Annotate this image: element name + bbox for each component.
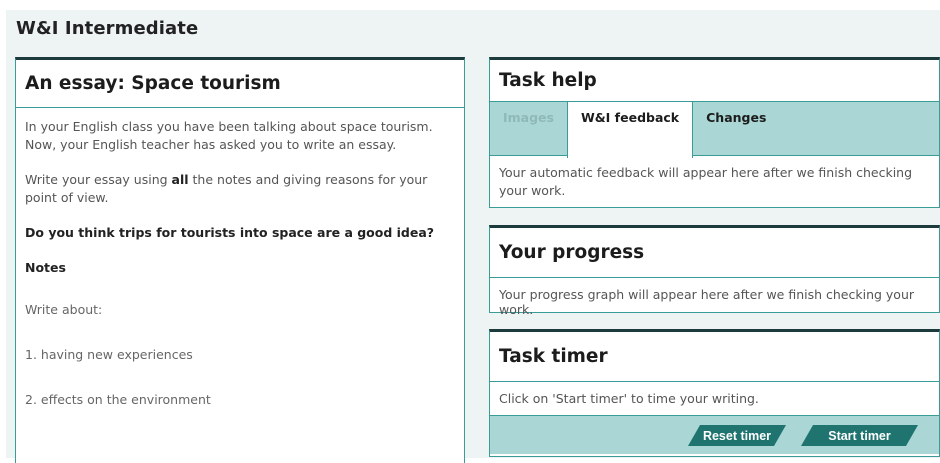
- tab-images[interactable]: Images: [490, 102, 567, 157]
- notes-heading: Notes: [25, 260, 66, 275]
- start-timer-button[interactable]: Start timer: [801, 425, 918, 446]
- note-item: 1. having new experiences: [25, 347, 193, 362]
- instruction-text-before: Write your essay using: [25, 172, 172, 187]
- timer-actions: Reset timer Start timer: [490, 416, 939, 454]
- tab-changes[interactable]: Changes: [693, 102, 779, 157]
- tab-wi-feedback[interactable]: W&I feedback: [566, 102, 694, 158]
- progress-title: Your progress: [490, 228, 939, 278]
- task-timer-card: Task timer Click on 'Start timer' to tim…: [489, 329, 940, 457]
- essay-instruction: Write your essay using all the notes and…: [25, 171, 455, 207]
- essay-card: An essay: Space tourism In your English …: [15, 57, 465, 463]
- essay-intro: In your English class you have been talk…: [25, 119, 433, 152]
- progress-card: Your progress Your progress graph will a…: [489, 225, 940, 317]
- feedback-message: Your automatic feedback will appear here…: [499, 165, 913, 198]
- write-about-label: Write about:: [25, 302, 103, 317]
- essay-title: An essay: Space tourism: [16, 60, 464, 108]
- task-help-title: Task help: [499, 70, 597, 91]
- essay-question: Do you think trips for tourists into spa…: [25, 225, 435, 240]
- active-tab-pointer: [617, 155, 629, 161]
- progress-message: Your progress graph will appear here aft…: [499, 287, 915, 317]
- task-help-tabs: Images W&I feedback Changes: [490, 101, 939, 161]
- app-title: W&I Intermediate: [16, 18, 199, 39]
- timer-message: Click on 'Start timer' to time your writ…: [490, 382, 939, 416]
- reset-timer-button[interactable]: Reset timer: [688, 425, 786, 446]
- task-help-card: Task help Images W&I feedback Changes Yo…: [489, 57, 940, 208]
- essay-body: In your English class you have been talk…: [16, 108, 464, 409]
- task-timer-title: Task timer: [490, 332, 939, 382]
- instruction-text-bold: all: [171, 172, 189, 187]
- note-item: 2. effects on the environment: [25, 392, 211, 407]
